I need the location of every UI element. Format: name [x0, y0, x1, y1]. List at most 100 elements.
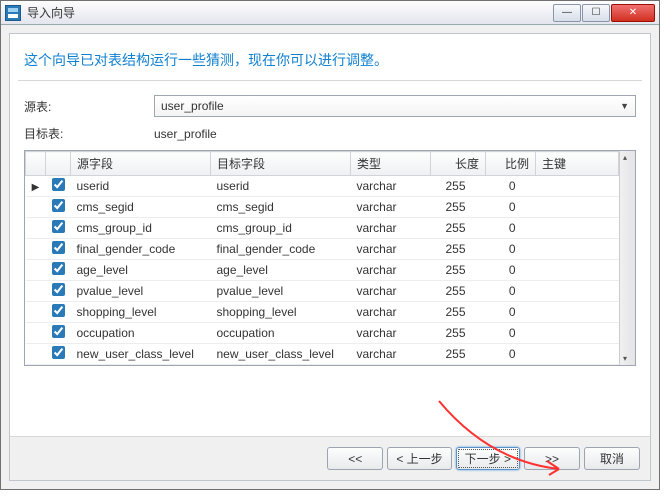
cell-type[interactable]: varchar	[351, 260, 431, 281]
window-title: 导入向导	[27, 4, 75, 21]
cell-target[interactable]: userid	[211, 176, 351, 197]
table-row[interactable]: shopping_levelshopping_levelvarchar2550	[26, 302, 619, 323]
cell-source[interactable]: userid	[71, 176, 211, 197]
table-row[interactable]: age_levelage_levelvarchar2550	[26, 260, 619, 281]
cell-length[interactable]: 255	[431, 239, 486, 260]
cell-length[interactable]: 255	[431, 260, 486, 281]
cell-target[interactable]: new_user_class_level	[211, 344, 351, 365]
cell-pk[interactable]	[536, 344, 619, 365]
cell-type[interactable]: varchar	[351, 302, 431, 323]
cell-type[interactable]: varchar	[351, 344, 431, 365]
cell-target[interactable]: cms_segid	[211, 197, 351, 218]
cell-pk[interactable]	[536, 239, 619, 260]
include-checkbox[interactable]	[52, 304, 65, 317]
cell-pk[interactable]	[536, 176, 619, 197]
cell-type[interactable]: varchar	[351, 239, 431, 260]
cell-scale[interactable]: 0	[486, 344, 536, 365]
cell-scale[interactable]: 0	[486, 218, 536, 239]
cell-scale[interactable]: 0	[486, 176, 536, 197]
col-type[interactable]: 类型	[351, 152, 431, 176]
table-row[interactable]: cms_segidcms_segidvarchar2550	[26, 197, 619, 218]
cell-type[interactable]: varchar	[351, 281, 431, 302]
include-checkbox[interactable]	[52, 325, 65, 338]
source-table-label: 源表:	[24, 98, 154, 115]
col-source[interactable]: 源字段	[71, 152, 211, 176]
include-checkbox[interactable]	[52, 220, 65, 233]
cell-length[interactable]: 255	[431, 344, 486, 365]
include-checkbox[interactable]	[52, 241, 65, 254]
include-checkbox[interactable]	[52, 283, 65, 296]
last-button[interactable]: >>	[524, 447, 580, 470]
cell-target[interactable]: age_level	[211, 260, 351, 281]
row-marker-icon: ▶	[32, 182, 40, 193]
cell-target[interactable]: pvalue_level	[211, 281, 351, 302]
cell-scale[interactable]: 0	[486, 302, 536, 323]
cell-length[interactable]: 255	[431, 176, 486, 197]
cell-target[interactable]: shopping_level	[211, 302, 351, 323]
table-row[interactable]: final_gender_codefinal_gender_codevarcha…	[26, 239, 619, 260]
cell-length[interactable]: 255	[431, 218, 486, 239]
cell-pk[interactable]	[536, 218, 619, 239]
maximize-button[interactable]: ☐	[582, 4, 610, 22]
col-target[interactable]: 目标字段	[211, 152, 351, 176]
minimize-button[interactable]: —	[553, 4, 581, 22]
cell-type[interactable]: varchar	[351, 176, 431, 197]
cell-pk[interactable]	[536, 302, 619, 323]
prev-button[interactable]: < 上一步	[387, 447, 451, 470]
table-row[interactable]: occupationoccupationvarchar2550	[26, 323, 619, 344]
cell-target[interactable]: final_gender_code	[211, 239, 351, 260]
cell-type[interactable]: varchar	[351, 323, 431, 344]
cell-target[interactable]: cms_group_id	[211, 218, 351, 239]
cell-target[interactable]: occupation	[211, 323, 351, 344]
heading-text: 这个向导已对表结构运行一些猜测，现在你可以进行调整。	[10, 34, 650, 80]
table-row[interactable]: pvalue_levelpvalue_levelvarchar2550	[26, 281, 619, 302]
titlebar[interactable]: 导入向导 — ☐ ✕	[1, 1, 659, 25]
app-icon	[5, 5, 21, 21]
cell-source[interactable]: pvalue_level	[71, 281, 211, 302]
close-button[interactable]: ✕	[611, 4, 655, 22]
cell-pk[interactable]	[536, 281, 619, 302]
divider	[18, 80, 642, 81]
cell-scale[interactable]: 0	[486, 239, 536, 260]
cell-source[interactable]: age_level	[71, 260, 211, 281]
next-button[interactable]: 下一步 >	[456, 447, 520, 470]
cell-type[interactable]: varchar	[351, 218, 431, 239]
include-checkbox[interactable]	[52, 346, 65, 359]
col-pk[interactable]: 主键	[536, 152, 619, 176]
include-checkbox[interactable]	[52, 199, 65, 212]
cell-source[interactable]: cms_segid	[71, 197, 211, 218]
cell-length[interactable]: 255	[431, 281, 486, 302]
cell-type[interactable]: varchar	[351, 197, 431, 218]
table-row[interactable]: ▶useriduseridvarchar2550	[26, 176, 619, 197]
first-button[interactable]: <<	[327, 447, 383, 470]
cell-source[interactable]: occupation	[71, 323, 211, 344]
cancel-button[interactable]: 取消	[584, 447, 640, 470]
target-table-value: user_profile	[154, 127, 217, 141]
cell-pk[interactable]	[536, 197, 619, 218]
cell-pk[interactable]	[536, 323, 619, 344]
col-length[interactable]: 长度	[431, 152, 486, 176]
cell-pk[interactable]	[536, 260, 619, 281]
field-mapping-grid[interactable]: 源字段 目标字段 类型 长度 比例 主键 ▶useriduseridvarcha…	[24, 150, 636, 366]
cell-source[interactable]: cms_group_id	[71, 218, 211, 239]
table-row[interactable]: new_user_class_levelnew_user_class_level…	[26, 344, 619, 365]
col-scale[interactable]: 比例	[486, 152, 536, 176]
include-checkbox[interactable]	[52, 178, 65, 191]
cell-scale[interactable]: 0	[486, 197, 536, 218]
import-wizard-window: 导入向导 — ☐ ✕ 这个向导已对表结构运行一些猜测，现在你可以进行调整。 源表…	[0, 0, 660, 490]
cell-scale[interactable]: 0	[486, 323, 536, 344]
source-table-value: user_profile	[161, 99, 224, 113]
source-table-select[interactable]: user_profile ▼	[154, 95, 636, 117]
cell-scale[interactable]: 0	[486, 260, 536, 281]
cell-source[interactable]: shopping_level	[71, 302, 211, 323]
cell-length[interactable]: 255	[431, 323, 486, 344]
vertical-scrollbar[interactable]	[619, 151, 635, 365]
include-checkbox[interactable]	[52, 262, 65, 275]
dialog-body: 这个向导已对表结构运行一些猜测，现在你可以进行调整。 源表: user_prof…	[9, 33, 651, 481]
cell-length[interactable]: 255	[431, 197, 486, 218]
cell-length[interactable]: 255	[431, 302, 486, 323]
cell-scale[interactable]: 0	[486, 281, 536, 302]
cell-source[interactable]: new_user_class_level	[71, 344, 211, 365]
cell-source[interactable]: final_gender_code	[71, 239, 211, 260]
table-row[interactable]: cms_group_idcms_group_idvarchar2550	[26, 218, 619, 239]
